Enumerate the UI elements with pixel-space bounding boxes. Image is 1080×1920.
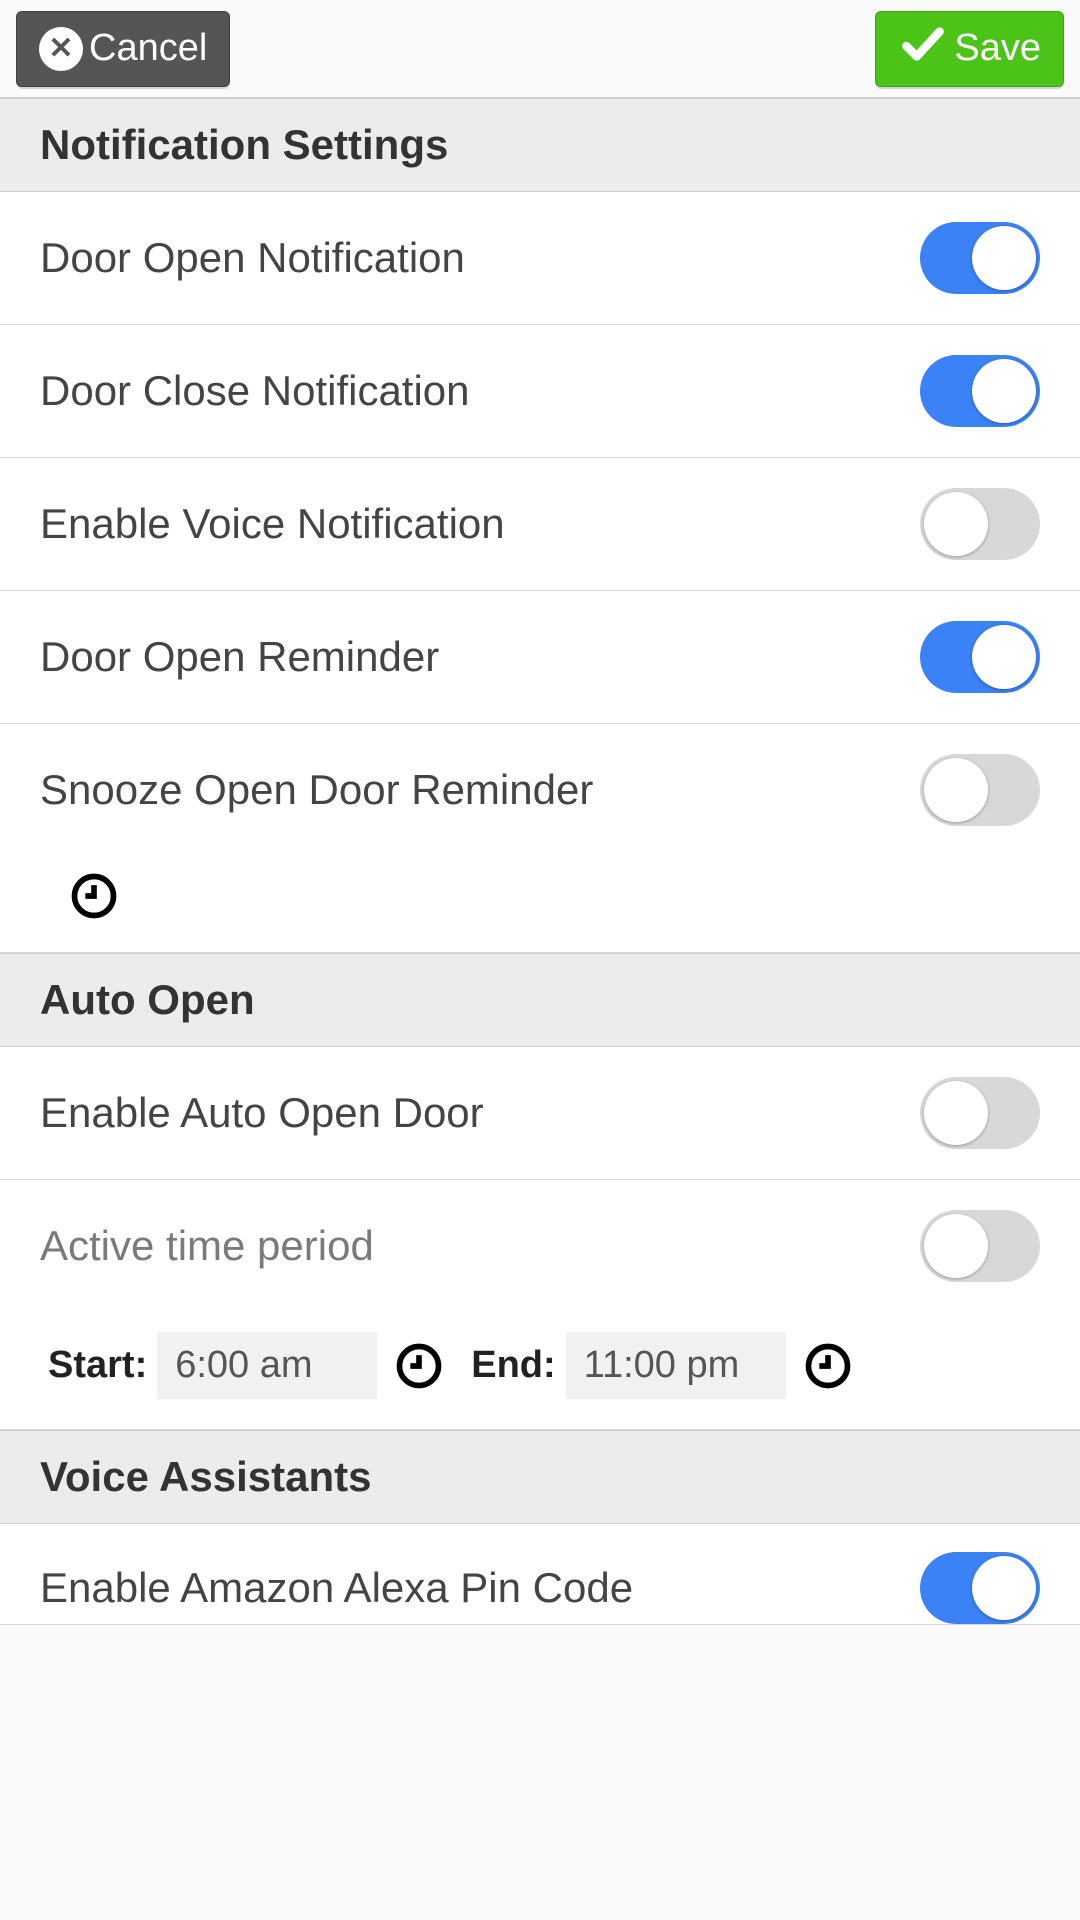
- toggle-door-open-notification[interactable]: [920, 222, 1040, 294]
- row-active-time-range: Start: 6:00 am End: 11:00 pm: [0, 1312, 1080, 1430]
- toggle-enable-voice-notification[interactable]: [920, 488, 1040, 560]
- section-header-voice-assistants: Voice Assistants: [0, 1430, 1080, 1524]
- row-label: Door Open Reminder: [40, 633, 439, 681]
- row-label: Door Close Notification: [40, 367, 470, 415]
- row-label: Enable Auto Open Door: [40, 1089, 484, 1137]
- toggle-snooze-open-door-reminder[interactable]: [920, 754, 1040, 826]
- toggle-knob: [924, 758, 988, 822]
- cancel-button[interactable]: ✕ Cancel: [16, 11, 230, 87]
- row-door-close-notification: Door Close Notification: [0, 325, 1080, 458]
- toggle-knob: [972, 625, 1036, 689]
- save-button[interactable]: Save: [875, 11, 1064, 87]
- toggle-knob: [972, 226, 1036, 290]
- clock-icon[interactable]: [802, 1340, 854, 1392]
- end-time-field[interactable]: 11:00 pm: [566, 1332, 786, 1399]
- row-snooze-time-picker[interactable]: [0, 856, 1080, 953]
- row-enable-auto-open: Enable Auto Open Door: [0, 1047, 1080, 1180]
- row-enable-alexa-pin: Enable Amazon Alexa Pin Code: [0, 1524, 1080, 1625]
- row-door-open-reminder: Door Open Reminder: [0, 591, 1080, 724]
- close-icon: ✕: [39, 27, 83, 71]
- section-header-notification: Notification Settings: [0, 98, 1080, 192]
- section-header-auto-open: Auto Open: [0, 953, 1080, 1047]
- toggle-door-open-reminder[interactable]: [920, 621, 1040, 693]
- section-title: Voice Assistants: [40, 1453, 371, 1500]
- toggle-enable-alexa-pin[interactable]: [920, 1552, 1040, 1624]
- clock-icon: [68, 870, 120, 922]
- toggle-active-time-period[interactable]: [920, 1210, 1040, 1282]
- clock-icon[interactable]: [393, 1340, 445, 1392]
- toggle-knob: [972, 359, 1036, 423]
- row-active-time-period: Active time period: [0, 1180, 1080, 1312]
- toggle-knob: [924, 1081, 988, 1145]
- toggle-door-close-notification[interactable]: [920, 355, 1040, 427]
- cancel-button-label: Cancel: [89, 27, 207, 70]
- start-time-field[interactable]: 6:00 am: [157, 1332, 377, 1399]
- row-label: Enable Amazon Alexa Pin Code: [40, 1564, 633, 1612]
- end-label: End:: [471, 1344, 555, 1387]
- toggle-knob: [924, 492, 988, 556]
- row-door-open-notification: Door Open Notification: [0, 192, 1080, 325]
- section-title: Auto Open: [40, 976, 255, 1023]
- row-snooze-open-door-reminder: Snooze Open Door Reminder: [0, 724, 1080, 856]
- start-label: Start:: [48, 1344, 147, 1387]
- row-label: Door Open Notification: [40, 234, 465, 282]
- save-button-label: Save: [954, 27, 1041, 70]
- row-label: Snooze Open Door Reminder: [40, 766, 593, 814]
- row-label: Active time period: [40, 1222, 374, 1270]
- toggle-knob: [924, 1214, 988, 1278]
- toggle-knob: [972, 1556, 1036, 1620]
- toggle-enable-auto-open[interactable]: [920, 1077, 1040, 1149]
- section-title: Notification Settings: [40, 121, 448, 168]
- header-bar: ✕ Cancel Save: [0, 0, 1080, 98]
- row-enable-voice-notification: Enable Voice Notification: [0, 458, 1080, 591]
- check-icon: [898, 19, 948, 79]
- row-label: Enable Voice Notification: [40, 500, 505, 548]
